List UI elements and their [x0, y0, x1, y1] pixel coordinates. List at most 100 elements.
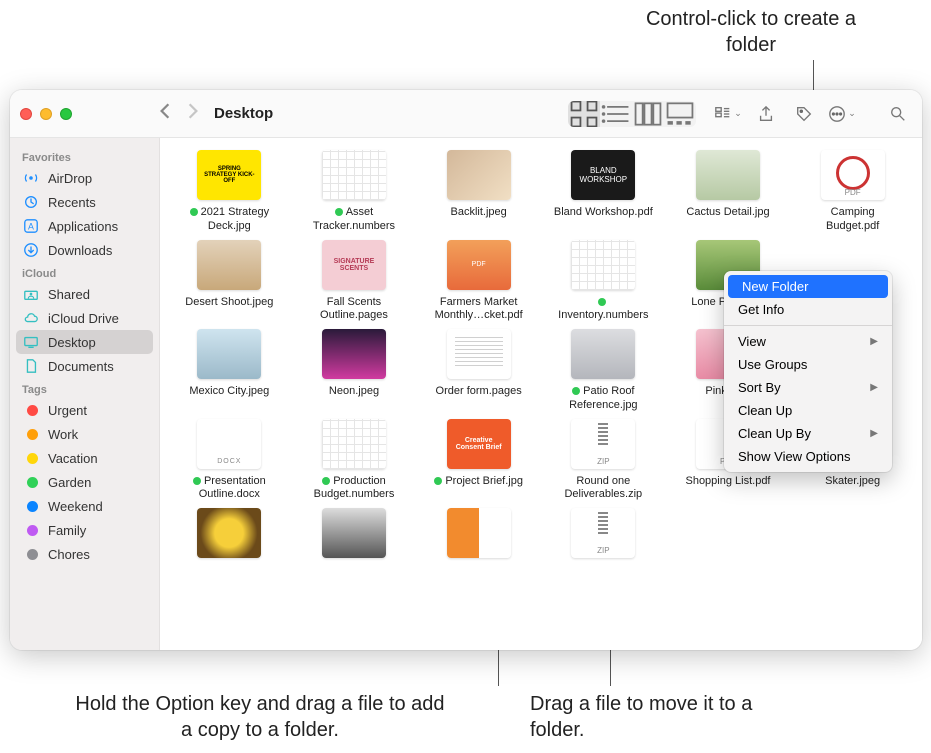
status-dot-icon — [572, 387, 580, 395]
file-item[interactable]: Presentation Outline.docx — [170, 419, 289, 503]
file-item[interactable]: BLAND WORKSHOPBland Workshop.pdf — [544, 150, 663, 234]
file-thumbnail — [447, 329, 511, 379]
file-name: Project Brief.jpg — [434, 475, 523, 489]
close-button[interactable] — [20, 108, 32, 120]
view-column-button[interactable] — [632, 101, 664, 127]
file-name: Camping Budget.pdf — [803, 206, 903, 234]
file-thumbnail — [571, 508, 635, 558]
more-button[interactable]: ⌄ — [828, 101, 856, 127]
file-item[interactable]: Asset Tracker.numbers — [295, 150, 414, 234]
file-item[interactable]: Order form.pages — [419, 329, 538, 413]
file-thumbnail — [197, 240, 261, 290]
minimize-button[interactable] — [40, 108, 52, 120]
sidebar-item-garden[interactable]: Garden — [10, 470, 159, 494]
file-name: Fall Scents Outline.pages — [304, 296, 404, 324]
fullscreen-button[interactable] — [60, 108, 72, 120]
file-thumbnail: Creative Consent Brief — [447, 419, 511, 469]
sidebar-item-airdrop[interactable]: AirDrop — [10, 166, 159, 190]
file-name: Bland Workshop.pdf — [554, 206, 653, 220]
sidebar-item-icloud-drive[interactable]: iCloud Drive — [10, 306, 159, 330]
menu-item-get-info[interactable]: Get Info — [724, 298, 892, 321]
back-button[interactable] — [158, 102, 172, 125]
file-name: Presentation Outline.docx — [179, 475, 279, 503]
sidebar-item-vacation[interactable]: Vacation — [10, 446, 159, 470]
sidebar-item-recents[interactable]: Recents — [10, 190, 159, 214]
callout-bottom-right: Drag a file to move it to a folder. — [530, 691, 790, 743]
file-item[interactable]: Patio Roof Reference.jpg — [544, 329, 663, 413]
file-item[interactable] — [170, 508, 289, 564]
sidebar-item-family[interactable]: Family — [10, 518, 159, 542]
sidebar-item-applications[interactable]: AApplications — [10, 214, 159, 238]
menu-item-label: Clean Up — [738, 403, 792, 418]
sidebar-item-shared[interactable]: Shared — [10, 282, 159, 306]
sidebar-item-label: Documents — [48, 359, 114, 374]
tag-dot-icon — [22, 521, 40, 539]
menu-item-new-folder[interactable]: New Folder — [728, 275, 888, 298]
view-gallery-button[interactable] — [664, 101, 696, 127]
group-button[interactable]: ⌄ — [714, 101, 742, 127]
menu-item-use-groups[interactable]: Use Groups — [724, 353, 892, 376]
file-item[interactable] — [419, 508, 538, 564]
share-button[interactable] — [752, 101, 780, 127]
tag-button[interactable] — [790, 101, 818, 127]
status-dot-icon — [322, 477, 330, 485]
file-item[interactable]: Camping Budget.pdf — [793, 150, 912, 234]
submenu-arrow-icon: ▶ — [870, 382, 878, 393]
sidebar-item-label: Shared — [48, 287, 90, 302]
view-list-button[interactable] — [600, 101, 632, 127]
file-item[interactable]: Round one Deliverables.zip — [544, 419, 663, 503]
menu-item-show-view-options[interactable]: Show View Options — [724, 445, 892, 468]
forward-button[interactable] — [186, 102, 200, 125]
sidebar-item-label: Work — [48, 427, 78, 442]
file-item[interactable]: Inventory.numbers — [544, 240, 663, 324]
file-name: Skater.jpeg — [825, 475, 880, 489]
view-icon-button[interactable] — [568, 101, 600, 127]
context-menu: New FolderGet Info View▶Use GroupsSort By… — [724, 271, 892, 472]
sidebar-header: Tags — [10, 378, 159, 398]
svg-text:A: A — [28, 222, 34, 232]
file-item[interactable]: Desert Shoot.jpeg — [170, 240, 289, 324]
tag-dot-icon — [22, 497, 40, 515]
file-item[interactable]: Production Budget.numbers — [295, 419, 414, 503]
sidebar-item-downloads[interactable]: Downloads — [10, 238, 159, 262]
menu-item-clean-up-by[interactable]: Clean Up By▶ — [724, 422, 892, 445]
callout-top: Control-click to create a folder — [621, 6, 881, 58]
finder-window: Desktop ⌄ ⌄ FavoritesAirDropRecentsAAppl… — [10, 90, 922, 650]
sidebar-item-work[interactable]: Work — [10, 422, 159, 446]
file-name: Shopping List.pdf — [685, 475, 770, 489]
file-thumbnail — [322, 419, 386, 469]
file-item[interactable]: Backlit.jpeg — [419, 150, 538, 234]
file-item[interactable]: Creative Consent Brief Project Brief.jpg — [419, 419, 538, 503]
file-item[interactable] — [544, 508, 663, 564]
sidebar-item-weekend[interactable]: Weekend — [10, 494, 159, 518]
search-button[interactable] — [884, 101, 912, 127]
file-thumbnail — [197, 329, 261, 379]
file-name: Cactus Detail.jpg — [686, 206, 769, 220]
file-item[interactable]: Cactus Detail.jpg — [669, 150, 788, 234]
titlebar: Desktop ⌄ ⌄ — [10, 90, 922, 138]
sidebar-item-chores[interactable]: Chores — [10, 542, 159, 566]
sidebar-item-documents[interactable]: Documents — [10, 354, 159, 378]
sidebar-item-urgent[interactable]: Urgent — [10, 398, 159, 422]
sidebar-item-label: Garden — [48, 475, 91, 490]
sidebar-item-desktop[interactable]: Desktop — [16, 330, 153, 354]
sidebar-header: Favorites — [10, 146, 159, 166]
menu-item-view[interactable]: View▶ — [724, 330, 892, 353]
file-item[interactable]: SPRING STRATEGY KICK-OFF2021 Strategy De… — [170, 150, 289, 234]
file-thumbnail — [322, 150, 386, 200]
shared-icon — [22, 285, 40, 303]
file-thumbnail — [447, 150, 511, 200]
file-item[interactable]: SIGNATURE SCENTSFall Scents Outline.page… — [295, 240, 414, 324]
file-name: Order form.pages — [436, 385, 522, 399]
file-item[interactable] — [295, 508, 414, 564]
menu-item-clean-up[interactable]: Clean Up — [724, 399, 892, 422]
sidebar-item-label: Urgent — [48, 403, 87, 418]
file-item[interactable]: Neon.jpeg — [295, 329, 414, 413]
file-thumbnail — [197, 508, 261, 558]
file-item[interactable]: Mexico City.jpeg — [170, 329, 289, 413]
status-dot-icon — [335, 208, 343, 216]
file-thumbnail — [197, 419, 261, 469]
file-item[interactable]: PDFFarmers Market Monthly…cket.pdf — [419, 240, 538, 324]
documents-icon — [22, 357, 40, 375]
menu-item-sort-by[interactable]: Sort By▶ — [724, 376, 892, 399]
